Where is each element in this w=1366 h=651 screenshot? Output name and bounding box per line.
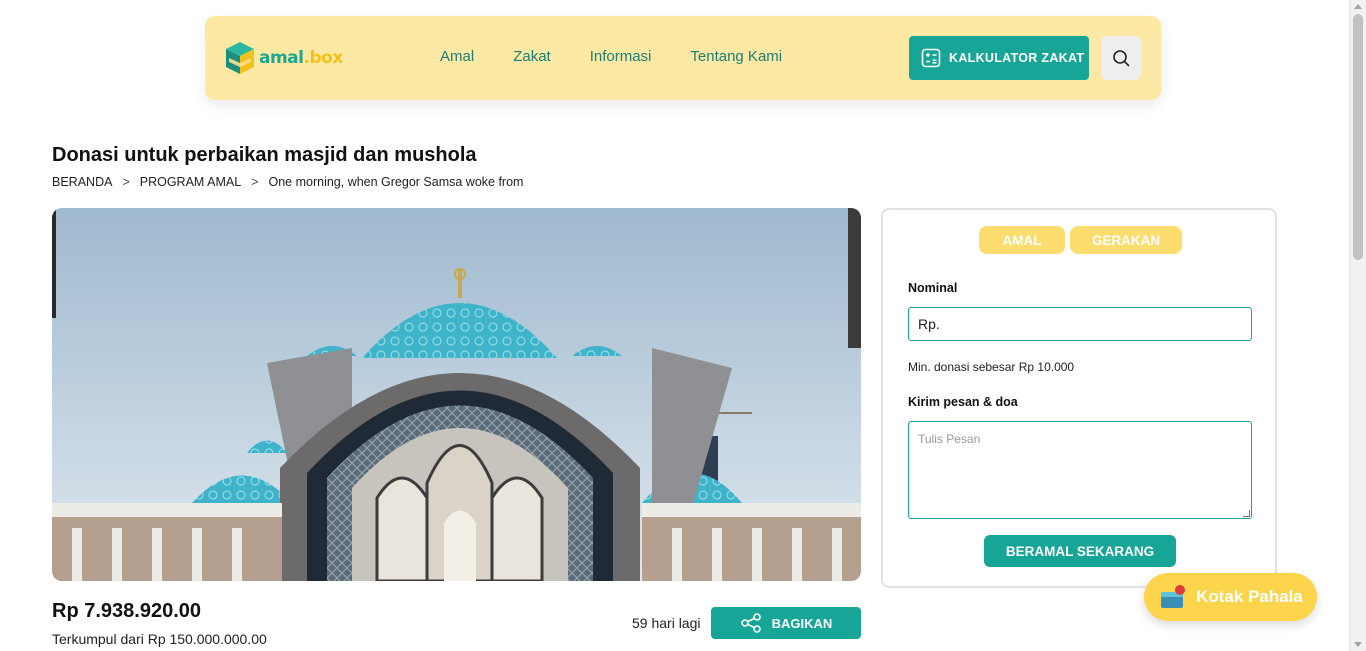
kalkulator-zakat-label: KALKULATOR ZAKAT: [949, 51, 1085, 65]
top-navbar: amal.box Amal Zakat Informasi Tentang Ka…: [205, 16, 1161, 100]
donation-form-card: AMAL GERAKAN Nominal Min. donasi sebesar…: [881, 208, 1277, 588]
search-icon: [1113, 50, 1130, 67]
tab-gerakan[interactable]: GERAKAN: [1070, 226, 1182, 254]
nav-item-amal[interactable]: Amal: [440, 48, 474, 65]
message-textarea[interactable]: [908, 421, 1252, 519]
scroll-up-icon[interactable]: [1354, 4, 1362, 9]
scroll-down-icon[interactable]: [1354, 642, 1362, 647]
nominal-label: Nominal: [908, 281, 958, 295]
page-title: Donasi untuk perbaikan masjid dan mushol…: [52, 144, 477, 166]
target-amount: Terkumpul dari Rp 150.000.000.00: [52, 631, 267, 647]
gift-box-icon: [1161, 585, 1185, 608]
page-scrollbar[interactable]: [1349, 0, 1366, 651]
breadcrumb-separator: >: [122, 175, 130, 189]
nav-item-informasi[interactable]: Informasi: [590, 48, 652, 65]
textarea-resize-icon[interactable]: [1243, 510, 1250, 517]
nominal-input[interactable]: [908, 307, 1252, 341]
min-donation-note: Min. donasi sebesar Rp 10.000: [908, 360, 1075, 374]
campaign-image: [52, 208, 861, 581]
brand-logo[interactable]: amal.box: [225, 41, 343, 75]
share-icon: [740, 613, 761, 633]
breadcrumb-beranda[interactable]: BERANDA: [52, 175, 112, 189]
kotak-pahala-button[interactable]: Kotak Pahala: [1144, 573, 1317, 621]
days-remaining: 59 hari lagi: [632, 615, 701, 631]
nav-item-tentang-kami[interactable]: Tentang Kami: [690, 48, 782, 65]
tab-amal[interactable]: AMAL: [979, 226, 1065, 254]
breadcrumb-current: One morning, when Gregor Samsa woke from: [268, 175, 524, 189]
scrollbar-thumb[interactable]: [1353, 14, 1363, 260]
calculator-icon: [921, 48, 941, 68]
main-nav: Amal Zakat Informasi Tentang Kami: [440, 48, 782, 65]
collected-amount: Rp 7.938.920.00: [52, 600, 201, 622]
message-label: Kirim pesan & doa: [908, 395, 1018, 409]
beramal-sekarang-button[interactable]: BERAMAL SEKARANG: [984, 535, 1176, 567]
mosque-photo: [52, 208, 861, 581]
nav-item-zakat[interactable]: Zakat: [513, 48, 551, 65]
cube-icon: [226, 42, 254, 74]
breadcrumb-program-amal[interactable]: PROGRAM AMAL: [140, 175, 241, 189]
search-button[interactable]: [1101, 36, 1141, 80]
brand-name: amal.box: [259, 48, 343, 68]
kalkulator-zakat-button[interactable]: KALKULATOR ZAKAT: [909, 36, 1089, 80]
share-button[interactable]: BAGIKAN: [711, 607, 861, 639]
breadcrumb: BERANDA > PROGRAM AMAL > One morning, wh…: [52, 175, 523, 189]
share-label: BAGIKAN: [771, 615, 833, 631]
kotak-pahala-label: Kotak Pahala: [1196, 587, 1303, 606]
breadcrumb-separator: >: [251, 175, 259, 189]
